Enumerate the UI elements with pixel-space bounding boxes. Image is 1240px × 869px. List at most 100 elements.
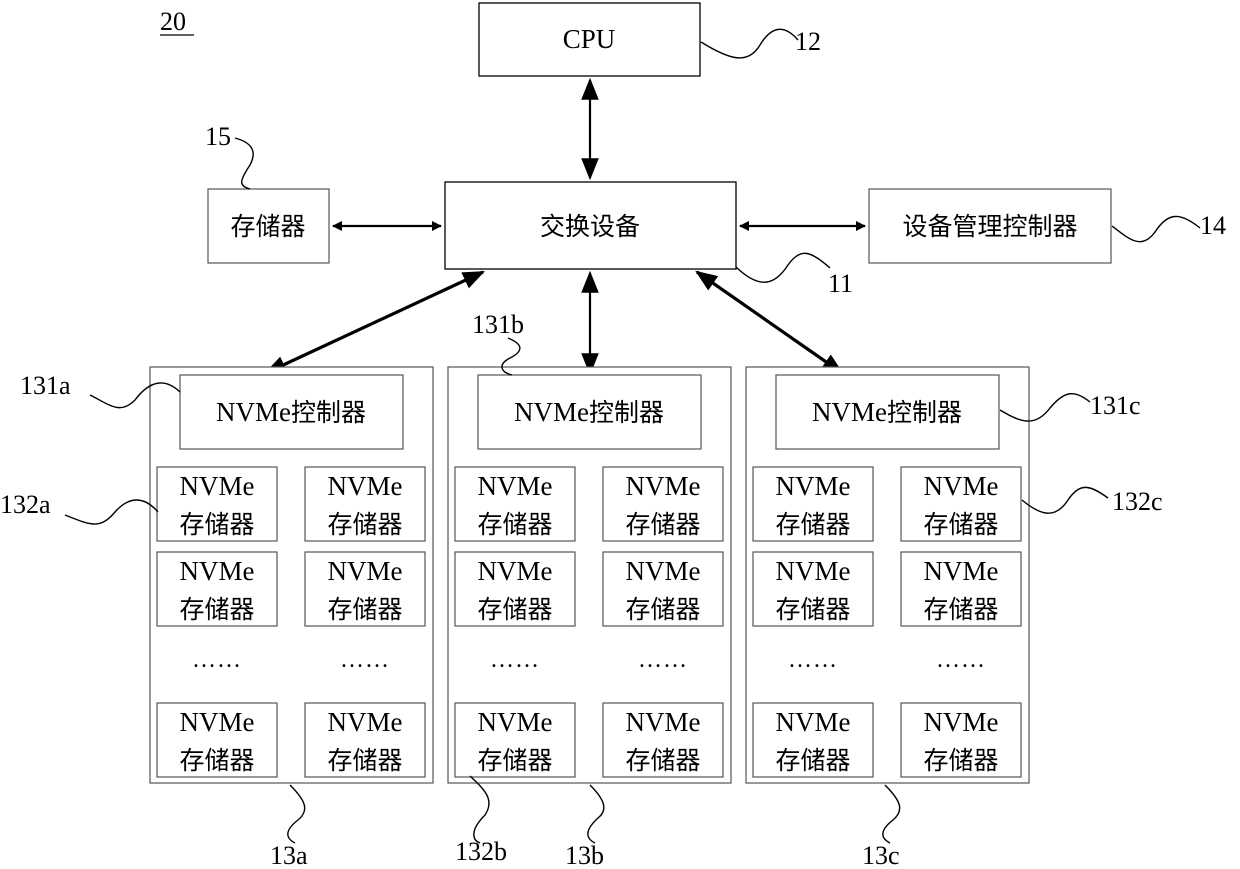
- nvme-storage-a-5[interactable]: NVMe 存储器: [156, 702, 278, 778]
- group-a-leader-line: [287, 784, 306, 844]
- storage-label-en: NVMe: [478, 707, 553, 737]
- storage-label-en: NVMe: [478, 556, 553, 586]
- ellipsis-b-1: ……: [490, 647, 540, 673]
- storage-b-ref: 132b: [455, 837, 507, 866]
- storage-label-en: NVMe: [776, 556, 851, 586]
- switch-group-a-connector: [264, 270, 485, 375]
- storage-label-zh: 存储器: [179, 595, 254, 624]
- storage-label-en: NVMe: [478, 471, 553, 501]
- controller-b-label-zh: 控制器: [589, 398, 664, 427]
- controller-b-label: NVMe控制器: [514, 397, 664, 427]
- nvme-storage-c-3[interactable]: NVMe 存储器: [752, 551, 874, 627]
- group-c-ref: 13c: [862, 841, 900, 869]
- storage-label-en: NVMe: [776, 707, 851, 737]
- storage-label-zh: 存储器: [477, 510, 552, 539]
- nvme-storage-b-1[interactable]: NVMe 存储器: [454, 466, 576, 542]
- switch-leader-line: [735, 252, 831, 283]
- switch-label: 交换设备: [540, 212, 640, 241]
- storage-label-en: NVMe: [626, 471, 701, 501]
- storage-label-zh: 存储器: [923, 746, 998, 775]
- nvme-controller-c[interactable]: NVMe控制器: [775, 374, 1000, 450]
- memory-ref: 15: [205, 122, 231, 151]
- storage-label-zh: 存储器: [625, 510, 700, 539]
- nvme-controller-a[interactable]: NVMe控制器: [179, 374, 404, 450]
- nvme-group-c[interactable]: NVMe控制器NVMe存储器NVMe存储器NVMe存储器NVMe存储器…… ……N…: [745, 366, 1030, 784]
- nvme-storage-c-5[interactable]: NVMe 存储器: [752, 702, 874, 778]
- storage-label-zh: 存储器: [775, 746, 850, 775]
- cpu-label: CPU: [563, 24, 616, 54]
- nvme-storage-c-2[interactable]: NVMe 存储器: [900, 466, 1022, 542]
- storage-a-ref: 132a: [0, 490, 51, 519]
- nvme-storage-c-1[interactable]: NVMe 存储器: [752, 466, 874, 542]
- nvme-group-a[interactable]: NVMe控制器NVMe存储器NVMe存储器NVMe存储器NVMe存储器…… ……N…: [149, 366, 434, 784]
- nvme-storage-b-3[interactable]: NVMe 存储器: [454, 551, 576, 627]
- figure-label: 20: [160, 7, 186, 36]
- storage-label-zh: 存储器: [775, 595, 850, 624]
- storage-label-zh: 存储器: [923, 510, 998, 539]
- controller-b-ref: 131b: [472, 310, 524, 339]
- memory-node[interactable]: 存储器: [207, 188, 330, 264]
- switch-ref: 11: [828, 269, 853, 298]
- memory-label: 存储器: [230, 212, 305, 241]
- storage-label-zh: 存储器: [477, 746, 552, 775]
- group-a-ref: 13a: [270, 841, 308, 869]
- diagram-canvas: 20 CPU 12 交换设备 11 存储器 15 设备管理控制器 14 NVMe…: [0, 2, 1226, 869]
- nvme-controller-b[interactable]: NVMe控制器: [477, 374, 702, 450]
- nvme-storage-a-6[interactable]: NVMe 存储器: [304, 702, 426, 778]
- storage-label-en: NVMe: [328, 556, 403, 586]
- cpu-node[interactable]: CPU: [478, 2, 701, 77]
- nvme-storage-c-6[interactable]: NVMe 存储器: [900, 702, 1022, 778]
- nvme-storage-a-3[interactable]: NVMe 存储器: [156, 551, 278, 627]
- nvme-storage-b-4[interactable]: NVMe 存储器: [602, 551, 724, 627]
- storage-label-zh: 存储器: [327, 510, 402, 539]
- storage-label-zh: 存储器: [775, 510, 850, 539]
- storage-label-en: NVMe: [180, 707, 255, 737]
- storage-label-en: NVMe: [626, 707, 701, 737]
- nvme-storage-b-2[interactable]: NVMe 存储器: [602, 466, 724, 542]
- ellipsis-c-2: ……: [936, 647, 986, 673]
- controller-c-label-en: NVMe: [812, 397, 887, 427]
- storage-label-en: NVMe: [180, 471, 255, 501]
- storage-label-zh: 存储器: [179, 510, 254, 539]
- device-mgmt-ref: 14: [1200, 211, 1226, 240]
- device-mgmt-node[interactable]: 设备管理控制器: [868, 188, 1112, 264]
- nvme-group-b[interactable]: NVMe控制器NVMe存储器NVMe存储器NVMe存储器NVMe存储器…… ……N…: [447, 366, 732, 784]
- storage-label-en: NVMe: [924, 471, 999, 501]
- ellipsis-a-1: ……: [192, 647, 242, 673]
- storage-label-en: NVMe: [924, 556, 999, 586]
- controller-c-ref: 131c: [1090, 391, 1141, 420]
- storage-b-leader-line: [469, 775, 490, 844]
- storage-label-en: NVMe: [180, 556, 255, 586]
- nvme-storage-b-5[interactable]: NVMe 存储器: [454, 702, 576, 778]
- cpu-leader-line: [700, 28, 799, 59]
- controller-c-label: NVMe控制器: [812, 397, 962, 427]
- controller-a-label: NVMe控制器: [216, 397, 366, 427]
- storage-label-en: NVMe: [776, 471, 851, 501]
- storage-label-en: NVMe: [626, 556, 701, 586]
- memory-leader-line: [234, 137, 254, 190]
- storage-label-zh: 存储器: [477, 595, 552, 624]
- storage-label-zh: 存储器: [327, 746, 402, 775]
- storage-label-zh: 存储器: [625, 746, 700, 775]
- nvme-storage-b-6[interactable]: NVMe 存储器: [602, 702, 724, 778]
- storage-label-zh: 存储器: [179, 746, 254, 775]
- nvme-storage-a-4[interactable]: NVMe 存储器: [304, 551, 426, 627]
- controller-b-label-en: NVMe: [514, 397, 589, 427]
- switch-node[interactable]: 交换设备: [444, 181, 737, 270]
- controller-c-label-zh: 控制器: [887, 398, 962, 427]
- ellipsis-a-2: ……: [340, 647, 390, 673]
- group-c-leader-line: [882, 784, 901, 844]
- cpu-ref: 12: [795, 27, 821, 56]
- device-mgmt-label: 设备管理控制器: [902, 212, 1077, 241]
- nvme-storage-a-2[interactable]: NVMe 存储器: [304, 466, 426, 542]
- controller-a-ref: 131a: [20, 371, 71, 400]
- device-mgmt-leader-line: [1111, 215, 1201, 243]
- group-b-ref: 13b: [565, 841, 604, 869]
- nvme-storage-a-1[interactable]: NVMe 存储器: [156, 466, 278, 542]
- storage-label-en: NVMe: [924, 707, 999, 737]
- storage-label-zh: 存储器: [625, 595, 700, 624]
- storage-label-zh: 存储器: [923, 595, 998, 624]
- nvme-storage-c-4[interactable]: NVMe 存储器: [900, 551, 1022, 627]
- controller-a-label-en: NVMe: [216, 397, 291, 427]
- storage-label-zh: 存储器: [327, 595, 402, 624]
